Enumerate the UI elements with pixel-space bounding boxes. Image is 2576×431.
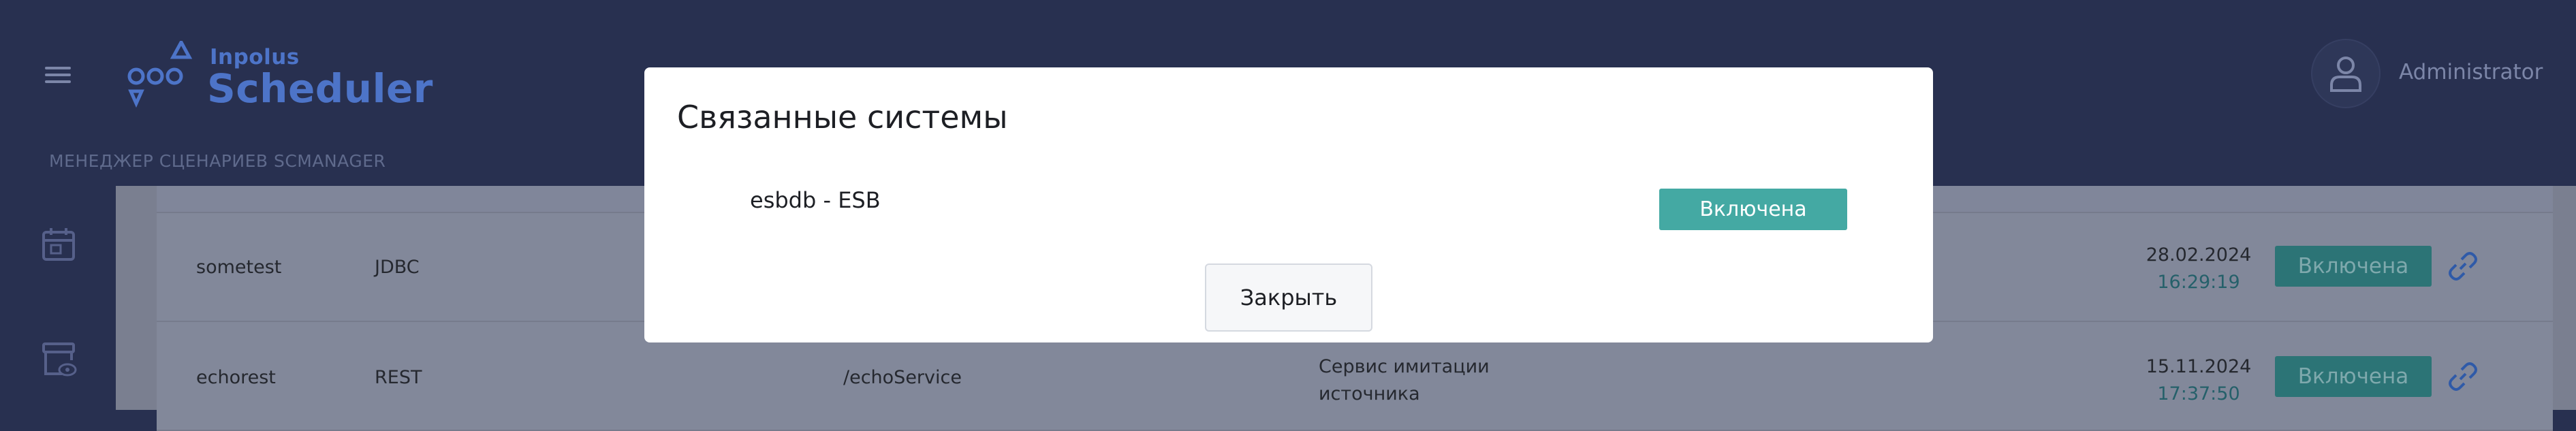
sidebar [0, 186, 116, 410]
row-date: 28.02.2024 [2146, 244, 2252, 266]
modal-title: Связанные системы [677, 99, 1008, 135]
user-avatar[interactable] [2311, 39, 2381, 108]
row-time: 16:29:19 [2157, 272, 2240, 293]
username-label[interactable]: Administrator [2399, 60, 2543, 84]
user-icon [2330, 57, 2361, 92]
row-name: echorest [196, 367, 276, 388]
row-path: /echoService [843, 367, 962, 388]
logo-mark-icon [127, 38, 193, 108]
close-button[interactable]: Закрыть [1205, 264, 1372, 332]
breadcrumb: МЕНЕДЖЕР СЦЕНАРИЕВ SCMANAGER [49, 151, 386, 171]
hamburger-icon[interactable] [45, 67, 71, 83]
logo-product-text: Scheduler [207, 65, 433, 112]
row-type: REST [375, 367, 422, 388]
related-system-label: esbdb - ESB [750, 187, 881, 213]
link-icon[interactable] [2448, 251, 2478, 284]
related-systems-modal: Связанные системы esbdb - ESB Включена З… [644, 67, 1933, 342]
row-time: 17:37:50 [2157, 383, 2240, 404]
link-icon[interactable] [2448, 362, 2478, 394]
row-date: 15.11.2024 [2146, 356, 2252, 377]
row-description-line2: источника [1319, 383, 1420, 404]
status-button[interactable]: Включена [2275, 356, 2432, 397]
related-system-status-badge[interactable]: Включена [1659, 189, 1847, 230]
archive-eye-icon[interactable] [42, 341, 77, 382]
row-description-line1: Сервис имитации [1319, 356, 1490, 377]
calendar-icon[interactable] [42, 227, 76, 265]
status-button[interactable]: Включена [2275, 246, 2432, 287]
app-logo: Inpolus Scheduler [127, 38, 433, 116]
row-type: JDBC [375, 257, 420, 278]
row-name: sometest [196, 257, 282, 278]
